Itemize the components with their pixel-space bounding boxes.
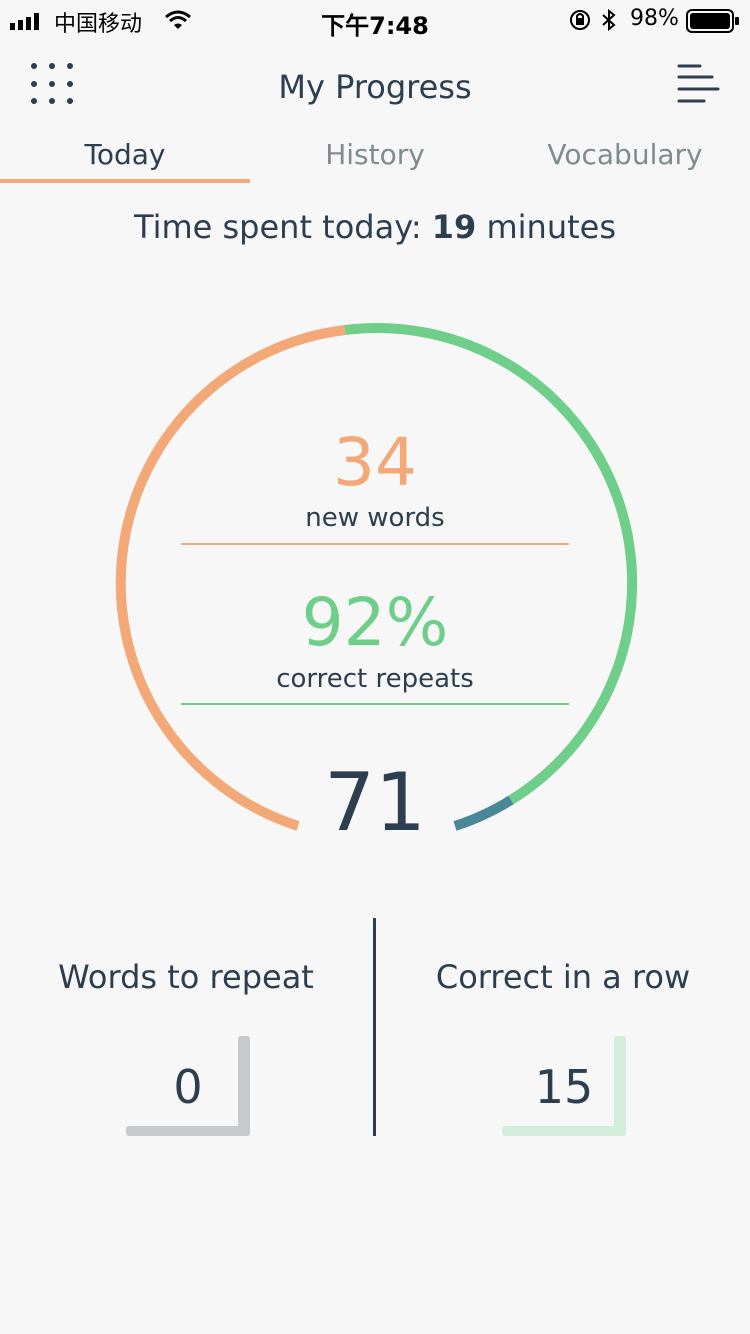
correct-in-row-value: 15 [534,1060,594,1114]
progress-ring-new-segment [115,325,346,831]
progress-ring-correct-segment [344,323,638,805]
correct-in-row-label: Correct in a row [435,958,691,996]
correct-repeats-label: correct repeats [276,664,474,694]
new-words-value: 34 [333,424,417,501]
stats-divider [373,918,376,1136]
total-value: 71 [324,756,426,849]
correct-repeats-value: 92% [301,584,449,661]
correct-repeats-underline [181,703,569,705]
words-to-repeat-label: Words to repeat [58,958,314,996]
new-words-label: new words [305,503,445,533]
new-words-underline [181,543,569,545]
words-to-repeat-value: 0 [173,1060,203,1114]
